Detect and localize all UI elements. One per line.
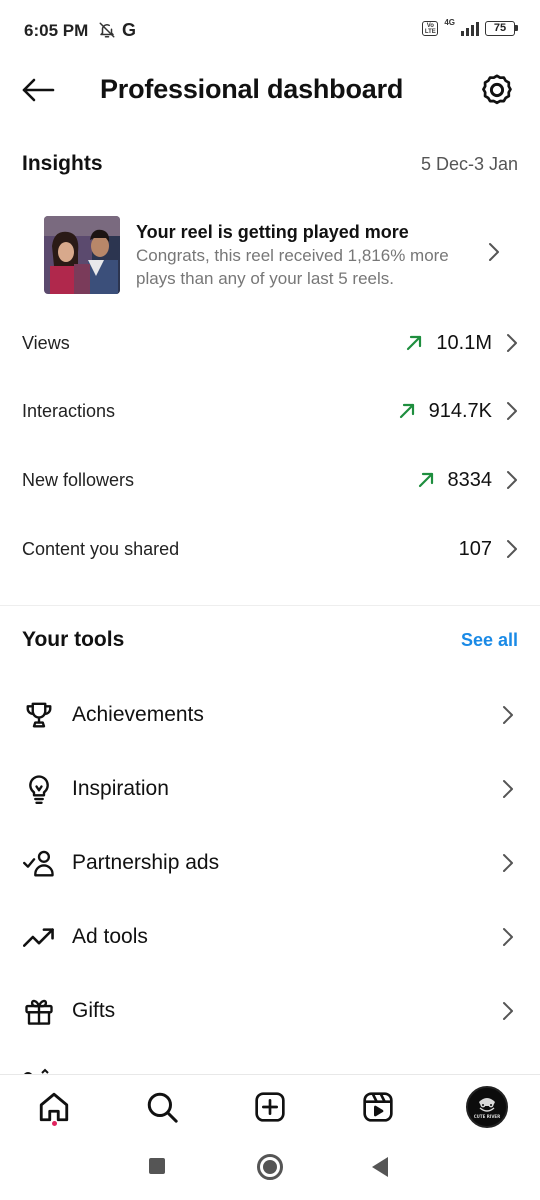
tools-header: Your tools See all [22, 628, 518, 652]
page-title: Professional dashboard [100, 74, 404, 104]
chevron-right-icon [503, 780, 513, 798]
metric-value: 914.7K [428, 399, 492, 422]
metric-label: Views [22, 332, 70, 353]
battery-level: 75 [485, 20, 515, 36]
nav-profile[interactable]: CUTE RIVER [464, 1084, 510, 1130]
signal-icon [461, 20, 479, 36]
reel-insight-card[interactable]: Your reel is getting played more Congrat… [22, 206, 518, 304]
reel-card-title: Your reel is getting played more [136, 222, 409, 242]
recents-square-icon[interactable] [149, 1158, 165, 1174]
chevron-right-icon [489, 243, 499, 261]
search-icon [147, 1092, 178, 1123]
bottom-navigation: CUTE RIVER [0, 1074, 540, 1136]
settings-gear-icon [482, 74, 512, 105]
see-all-link[interactable]: See all [461, 630, 518, 651]
trend-up-arrow-icon [418, 472, 433, 488]
metric-row-content-shared[interactable]: Content you shared 107 [22, 529, 518, 569]
tool-item-ad-tools[interactable]: Ad tools [22, 911, 518, 963]
tool-item-gifts[interactable]: Gifts [22, 985, 518, 1037]
partnership-icon [22, 846, 56, 880]
battery-icon: 75 [485, 20, 518, 36]
chevron-right-icon [507, 402, 517, 420]
nav-reels[interactable] [358, 1087, 398, 1127]
volte-icon: Vo LTE [422, 20, 439, 36]
profile-avatar: CUTE RIVER [466, 1086, 508, 1128]
chevron-right-icon [503, 1002, 513, 1020]
chevron-right-icon [507, 471, 517, 489]
arrow-left-icon [22, 78, 55, 102]
chevron-right-icon [503, 854, 513, 872]
metric-value: 10.1M [436, 331, 492, 354]
lightbulb-icon [22, 772, 56, 806]
metric-row-interactions[interactable]: Interactions 914.7K [22, 391, 518, 431]
google-g-icon: G [122, 20, 137, 40]
chevron-right-icon [503, 928, 513, 946]
tool-item-achievements[interactable]: Achievements [22, 689, 518, 741]
status-time: 6:05 PM [24, 21, 89, 40]
insights-header: Insights 5 Dec-3 Jan [22, 152, 518, 176]
metric-row-views[interactable]: Views 10.1M [22, 323, 518, 363]
tools-title: Your tools [22, 628, 125, 651]
trend-up-arrow-icon [407, 335, 422, 351]
tool-item-partnership-ads[interactable]: Partnership ads [22, 837, 518, 889]
date-range[interactable]: 5 Dec-3 Jan [421, 154, 518, 175]
settings-button[interactable] [480, 73, 514, 107]
tool-label: Partnership ads [72, 851, 220, 874]
avatar-text: CUTE RIVER [474, 1114, 501, 1119]
create-icon [255, 1092, 285, 1122]
tool-label: Achievements [72, 703, 204, 726]
metric-label: New followers [22, 469, 135, 490]
status-right-cluster: Vo LTE 4G 75 [422, 17, 518, 36]
metric-row-new-followers[interactable]: New followers 8334 [22, 460, 518, 500]
notification-dot [52, 1121, 57, 1126]
tool-item-inspiration[interactable]: Inspiration [22, 763, 518, 815]
back-button[interactable] [20, 74, 56, 106]
gift-icon [22, 994, 56, 1028]
metric-label: Content you shared [22, 538, 180, 559]
top-app-bar: Professional dashboard [0, 62, 540, 118]
bell-off-icon [98, 21, 116, 44]
chevron-right-icon [507, 540, 517, 558]
tool-label: Inspiration [72, 777, 169, 800]
status-bar: 6:05 PM G Vo LTE 4G 75 [0, 0, 540, 62]
network-type: 4G [444, 17, 455, 27]
nav-search[interactable] [142, 1087, 182, 1127]
chevron-right-icon [507, 334, 517, 352]
metric-label: Interactions [22, 400, 116, 421]
reels-icon [363, 1092, 393, 1122]
trend-up-arrow-icon [399, 403, 414, 419]
metric-value: 107 [458, 537, 492, 560]
tool-label: Ad tools [72, 925, 148, 948]
trending-up-icon [22, 920, 56, 954]
back-triangle-icon[interactable] [372, 1157, 388, 1177]
home-circle-icon[interactable] [257, 1154, 283, 1180]
trophy-icon [22, 698, 56, 732]
nav-create[interactable] [250, 1087, 290, 1127]
chevron-right-icon [503, 706, 513, 724]
section-divider [0, 605, 540, 606]
reel-card-text: Your reel is getting played more Congrat… [136, 220, 518, 290]
tool-label: Gifts [72, 999, 116, 1022]
reel-thumbnail [44, 216, 120, 294]
reel-card-description: Congrats, this reel received 1,816% more… [136, 246, 449, 288]
system-navigation-bar [0, 1136, 540, 1200]
insights-title: Insights [22, 152, 103, 175]
metric-value: 8334 [447, 468, 493, 491]
home-icon [39, 1092, 69, 1122]
